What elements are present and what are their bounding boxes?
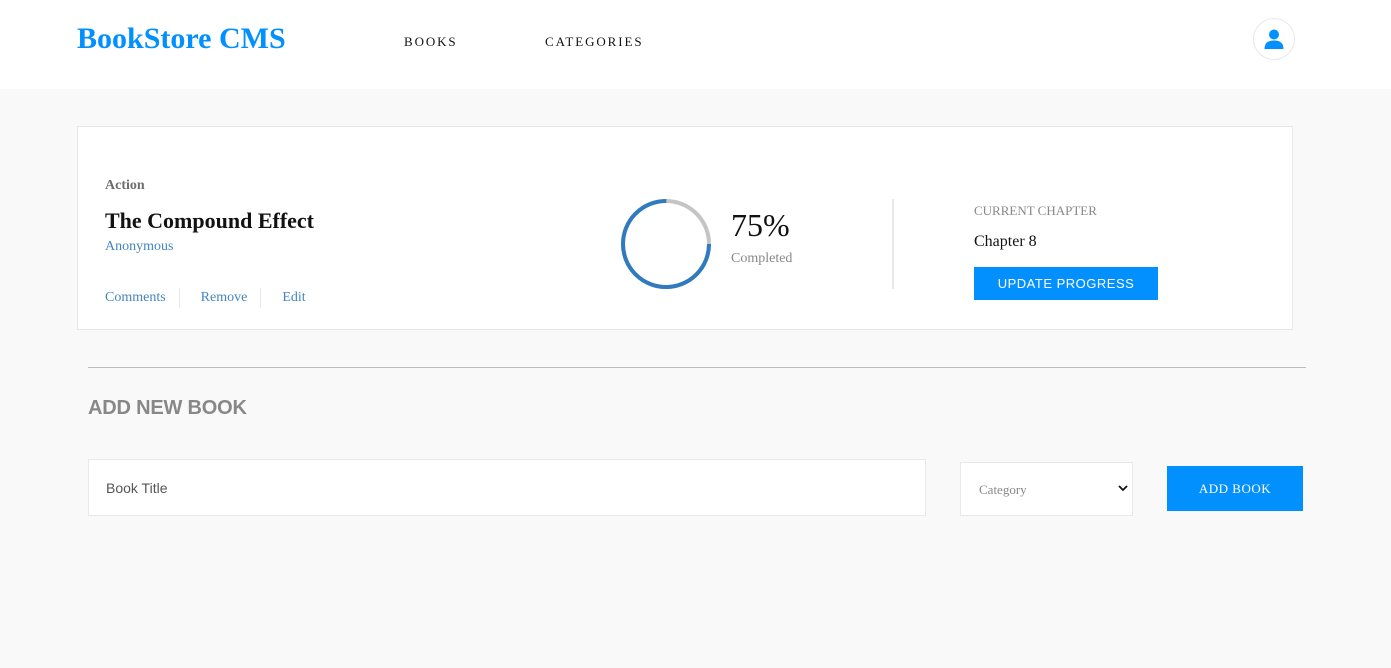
book-title: The Compound Effect: [105, 208, 315, 233]
progress-status: Completed: [731, 251, 793, 266]
nav-books[interactable]: BOOKS: [404, 34, 458, 50]
book-card: Action The Compound Effect Anonymous Com…: [77, 126, 1293, 330]
card-divider: [892, 199, 894, 289]
app-header: BookStore CMS BOOKS CATEGORIES: [0, 0, 1391, 89]
action-divider: [178, 288, 180, 308]
current-chapter: Chapter 8: [974, 233, 1037, 250]
comments-button[interactable]: Comments: [105, 290, 166, 306]
user-avatar-button[interactable]: [1253, 18, 1295, 60]
progress-ring: [621, 199, 711, 289]
category-select[interactable]: Category: [960, 462, 1133, 516]
add-book-heading: ADD NEW BOOK: [88, 397, 247, 419]
add-book-button[interactable]: ADD BOOK: [1167, 466, 1303, 511]
remove-button[interactable]: Remove: [201, 290, 248, 306]
update-progress-button[interactable]: UPDATE PROGRESS: [974, 267, 1158, 300]
brand-logo[interactable]: BookStore CMS: [77, 22, 286, 56]
book-genre: Action: [105, 178, 145, 193]
section-divider: [88, 367, 1306, 368]
book-actions: Comments Remove Edit: [105, 288, 306, 308]
progress-percent: 75%: [731, 207, 790, 243]
nav-categories[interactable]: CATEGORIES: [545, 34, 643, 50]
user-icon: [1264, 29, 1284, 49]
action-divider: [260, 288, 262, 308]
current-chapter-label: CURRENT CHAPTER: [974, 203, 1097, 218]
book-author[interactable]: Anonymous: [105, 239, 173, 255]
edit-button[interactable]: Edit: [282, 290, 305, 306]
book-title-input[interactable]: [88, 459, 926, 516]
